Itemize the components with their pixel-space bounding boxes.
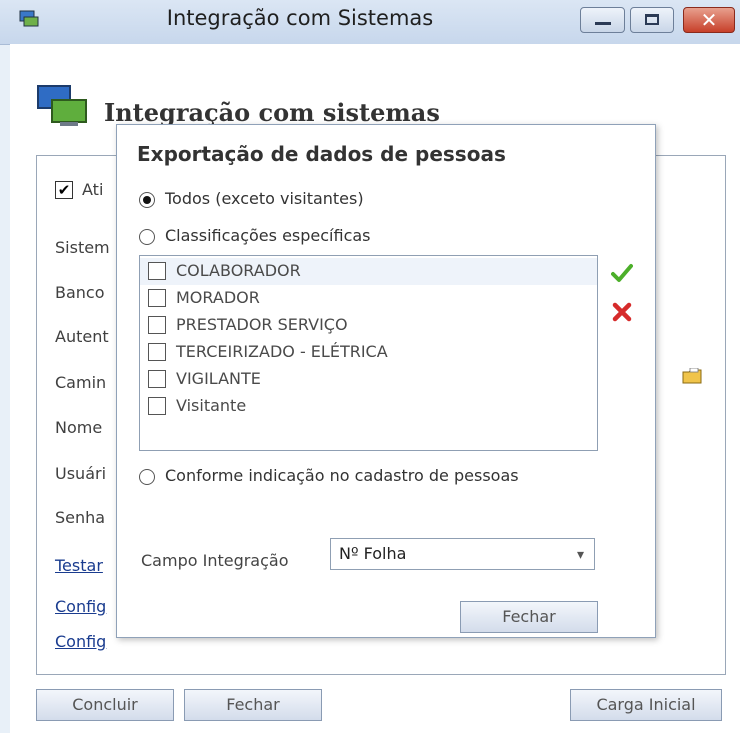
dialog-close-button[interactable]: Fechar bbox=[460, 601, 598, 633]
classification-list[interactable]: COLABORADOR MORADOR PRESTADOR SERVIÇO TE… bbox=[139, 255, 598, 451]
active-checkbox[interactable]: ✔ bbox=[55, 181, 73, 199]
select-value: Nº Folha bbox=[339, 544, 407, 563]
list-item[interactable]: TERCEIRIZADO - ELÉTRICA bbox=[140, 339, 597, 366]
integration-window: Integração com Sistemas ✕ Integração com… bbox=[0, 0, 740, 733]
integration-field-label: Campo Integração bbox=[141, 551, 289, 570]
list-item-label: PRESTADOR SERVIÇO bbox=[176, 315, 348, 334]
title-bar[interactable]: Integração com Sistemas ✕ bbox=[0, 0, 740, 45]
list-item-checkbox[interactable] bbox=[148, 262, 166, 280]
close-icon: ✕ bbox=[700, 8, 718, 32]
list-item-label: Visitante bbox=[176, 396, 247, 415]
integration-field-select[interactable]: Nº Folha ▾ bbox=[330, 538, 595, 570]
list-item-checkbox[interactable] bbox=[148, 343, 166, 361]
system-label: Sistem bbox=[55, 238, 110, 257]
list-item-checkbox[interactable] bbox=[148, 370, 166, 388]
path-label: Camin bbox=[55, 373, 107, 392]
list-item-label: MORADOR bbox=[176, 288, 260, 307]
minimize-button[interactable] bbox=[580, 7, 625, 33]
radio-specific[interactable] bbox=[139, 229, 155, 245]
list-item-checkbox[interactable] bbox=[148, 289, 166, 307]
monitors-icon bbox=[37, 85, 87, 126]
maximize-button[interactable] bbox=[630, 7, 674, 33]
user-label: Usuári bbox=[55, 464, 107, 483]
folder-icon[interactable] bbox=[682, 368, 702, 384]
list-item[interactable]: MORADOR bbox=[140, 285, 597, 312]
list-item[interactable]: VIGILANTE bbox=[140, 366, 597, 393]
list-item-label: COLABORADOR bbox=[176, 261, 301, 280]
red-x-icon[interactable] bbox=[612, 302, 632, 322]
password-label: Senha bbox=[55, 508, 106, 527]
radio-specific-label: Classificações específicas bbox=[165, 226, 371, 245]
carga-inicial-button[interactable]: Carga Inicial bbox=[570, 689, 722, 721]
maximize-icon bbox=[645, 14, 659, 25]
minimize-icon bbox=[595, 22, 611, 25]
database-label: Banco bbox=[55, 283, 105, 302]
radio-all-label: Todos (exceto visitantes) bbox=[165, 189, 364, 208]
name-label: Nome bbox=[55, 418, 103, 437]
radio-conforme-label: Conforme indicação no cadastro de pessoa… bbox=[165, 466, 519, 485]
close-button[interactable]: ✕ bbox=[683, 7, 735, 33]
check-icon[interactable] bbox=[611, 263, 633, 283]
active-label: Ati bbox=[82, 180, 104, 199]
chevron-down-icon: ▾ bbox=[576, 547, 584, 563]
config-link-2[interactable]: Config bbox=[55, 632, 106, 651]
export-dialog: Exportação de dados de pessoas Todos (ex… bbox=[116, 124, 656, 638]
list-item-checkbox[interactable] bbox=[148, 316, 166, 334]
list-item[interactable]: Visitante bbox=[140, 393, 597, 420]
config-link-1[interactable]: Config bbox=[55, 597, 106, 616]
test-link[interactable]: Testar bbox=[55, 556, 103, 575]
authentication-label: Autent bbox=[55, 327, 109, 346]
radio-all[interactable] bbox=[139, 192, 155, 208]
list-item-label: TERCEIRIZADO - ELÉTRICA bbox=[176, 342, 388, 361]
page-title: Integração com sistemas bbox=[104, 98, 440, 127]
dialog-title: Exportação de dados de pessoas bbox=[137, 142, 506, 166]
fechar-button[interactable]: Fechar bbox=[184, 689, 322, 721]
window-title: Integração com Sistemas bbox=[166, 6, 434, 30]
list-item[interactable]: PRESTADOR SERVIÇO bbox=[140, 312, 597, 339]
concluir-button[interactable]: Concluir bbox=[36, 689, 174, 721]
list-item-checkbox[interactable] bbox=[148, 397, 166, 415]
radio-conforme[interactable] bbox=[139, 469, 155, 485]
list-item[interactable]: COLABORADOR bbox=[140, 258, 597, 285]
list-item-label: VIGILANTE bbox=[176, 369, 261, 388]
